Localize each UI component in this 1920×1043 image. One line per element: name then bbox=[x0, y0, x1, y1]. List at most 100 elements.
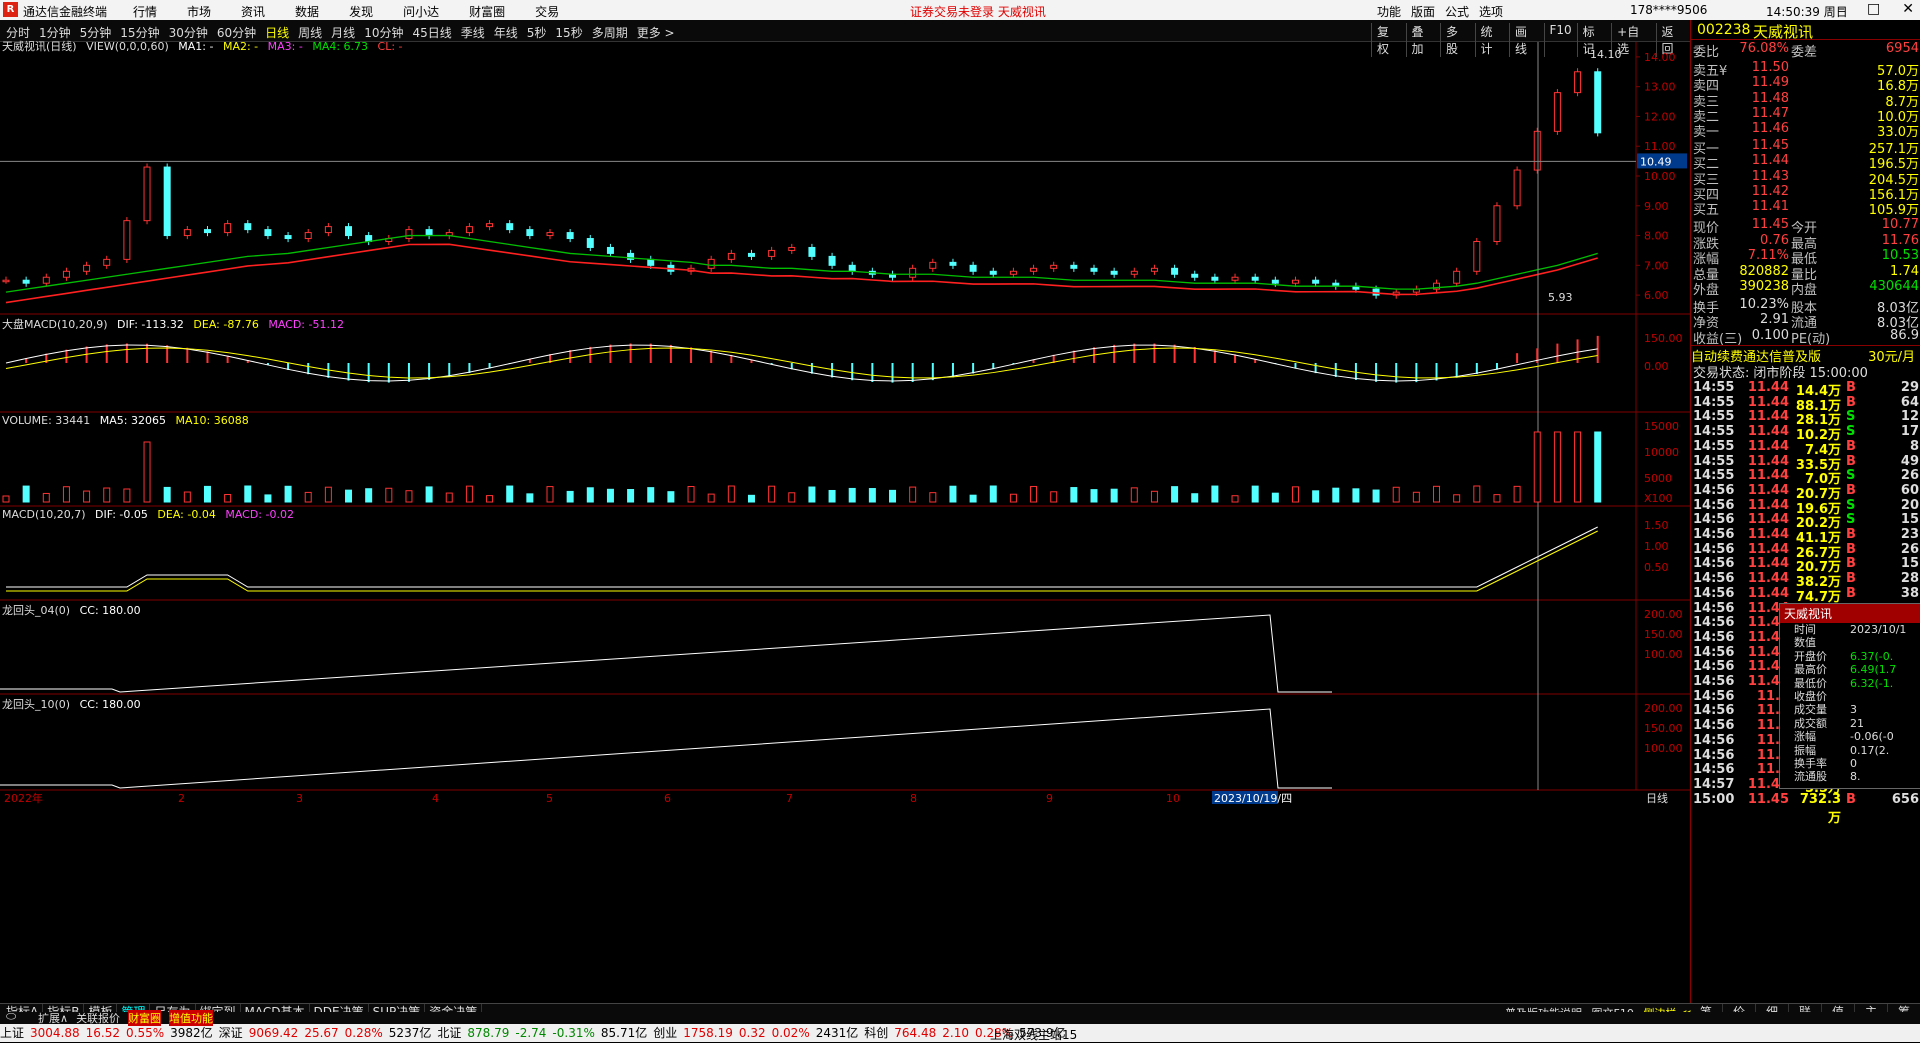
dea-label: DEA: -0.04 bbox=[157, 508, 216, 521]
high-label: 14.10 bbox=[1590, 48, 1622, 61]
tick-price: 11.44 bbox=[1747, 394, 1789, 410]
candle-body bbox=[42, 276, 50, 284]
menu-item[interactable]: 发现 bbox=[349, 3, 373, 20]
period-tab[interactable]: 5秒 bbox=[527, 24, 547, 41]
menu-item[interactable]: 资讯 bbox=[241, 3, 265, 20]
y-tick-label: 150.00 bbox=[1644, 722, 1683, 735]
candle-body bbox=[62, 270, 70, 278]
index-v: 3004.88 bbox=[30, 1026, 80, 1040]
candle-body bbox=[1130, 270, 1138, 275]
candle-body bbox=[1050, 264, 1058, 269]
index-a: 85.71亿 bbox=[600, 1026, 648, 1040]
candle-body bbox=[1090, 267, 1098, 272]
minimize-icon[interactable]: – bbox=[1838, 1, 1845, 17]
period-tab[interactable]: 更多 > bbox=[637, 24, 675, 41]
period-tab[interactable]: 15秒 bbox=[555, 24, 582, 41]
volume-bar bbox=[345, 489, 353, 503]
tooltip-value: 3 bbox=[1850, 703, 1857, 717]
tooltip-row: 最低价 6.32(-1. bbox=[1780, 677, 1920, 690]
promo-banner[interactable]: 自动续费通达信普及版 30元/月 bbox=[1691, 345, 1920, 365]
macd-label: MACD: -0.02 bbox=[225, 508, 294, 521]
extension-tab[interactable]: 关联报价 bbox=[76, 1010, 120, 1026]
menu-item[interactable]: 数据 bbox=[295, 3, 319, 20]
tick-count: 29 bbox=[1900, 380, 1919, 395]
toggle-icon[interactable]: ⬭ bbox=[6, 1009, 16, 1024]
tooltip-value: 21 bbox=[1850, 716, 1864, 730]
bid-volume: 105.9万 bbox=[1868, 203, 1919, 219]
volume-bar bbox=[627, 489, 635, 503]
tick-count: 60 bbox=[1900, 482, 1919, 498]
volume-bar bbox=[405, 490, 413, 503]
candle-body bbox=[1312, 279, 1320, 284]
tooltip-row: 成交额 21 bbox=[1780, 717, 1920, 730]
tick-time: 15:00 bbox=[1693, 791, 1735, 807]
extension-tab[interactable]: 财富圈 bbox=[128, 1010, 162, 1026]
right-menu: 功能 版面 公式 选项 bbox=[1377, 3, 1503, 20]
y-tick-label: 15000 bbox=[1644, 420, 1679, 433]
menu-item[interactable]: 选项 bbox=[1479, 3, 1503, 20]
volume-bar bbox=[606, 488, 614, 503]
chart-canvas[interactable]: 14.00 13.00 12.00 11.00 10.00 9.00 8.00 7.00 6.0… bbox=[0, 42, 1690, 1003]
menu-item[interactable]: 问小达 bbox=[403, 3, 439, 20]
tick-volume: 732.3万 bbox=[1799, 791, 1841, 826]
user-account[interactable]: 178****9506 bbox=[1630, 3, 1707, 17]
stock-name: 天威视讯 bbox=[1753, 23, 1814, 41]
dea-line bbox=[6, 530, 1598, 592]
tick-time: 14:56 bbox=[1693, 571, 1735, 587]
tick-count: 15 bbox=[1900, 556, 1919, 572]
tick-count: 17 bbox=[1900, 424, 1919, 440]
menu-item[interactable]: 版面 bbox=[1411, 3, 1435, 20]
index-c: -2.74 bbox=[515, 1026, 547, 1040]
candle-body bbox=[183, 229, 191, 237]
candle-body bbox=[486, 223, 494, 228]
dea-label: DEA: -87.76 bbox=[193, 318, 259, 331]
tick-dir: B bbox=[1846, 527, 1856, 542]
period-tab[interactable]: 45日线 bbox=[412, 24, 451, 41]
volume-bar bbox=[1312, 490, 1320, 503]
tick-time: 14:56 bbox=[1693, 600, 1735, 616]
extension-tab[interactable]: 扩展∧ bbox=[38, 1010, 68, 1026]
macd-market-legend: 大盘MACD(10,20,9) DIF: -113.32 DEA: -87.76… bbox=[2, 316, 350, 332]
maximize-icon[interactable]: □ bbox=[1867, 1, 1880, 17]
volume-bar bbox=[425, 486, 433, 503]
quote-row: 买五 11.41 105.9万 bbox=[1691, 199, 1920, 219]
chart-area[interactable]: 14.00 13.00 12.00 11.00 10.00 9.00 8.00 7.00 6.0… bbox=[0, 40, 1690, 1003]
candle-body bbox=[1211, 276, 1219, 281]
close-icon[interactable]: ✕ bbox=[1902, 1, 1914, 17]
x-axis-label: 8 bbox=[910, 792, 917, 805]
menu-item[interactable]: 财富圈 bbox=[469, 3, 505, 20]
menu-item[interactable]: 市场 bbox=[187, 3, 211, 20]
menu-item[interactable]: 公式 bbox=[1445, 3, 1469, 20]
bid-price: 11.41 bbox=[1751, 199, 1789, 215]
menu-item[interactable]: 行情 bbox=[133, 3, 157, 20]
period-tab[interactable]: 年线 bbox=[494, 24, 518, 41]
menu-item[interactable]: 功能 bbox=[1377, 3, 1401, 20]
candle-body bbox=[506, 223, 514, 231]
tick-time: 14:56 bbox=[1693, 615, 1735, 631]
tick-dir: S bbox=[1846, 468, 1856, 484]
volume-bar bbox=[486, 495, 494, 503]
value: 6954 bbox=[1885, 41, 1919, 56]
index-a: 5237亿 bbox=[388, 1026, 432, 1040]
y-tick-label: 9.00 bbox=[1644, 200, 1669, 213]
tick-time: 14:56 bbox=[1693, 674, 1735, 689]
candle-body bbox=[22, 279, 30, 284]
volume-bar bbox=[264, 494, 272, 503]
menu-item[interactable]: 交易 bbox=[535, 3, 559, 20]
tooltip-row: 振幅 0.17(2. bbox=[1780, 744, 1920, 757]
tooltip-key: 成交量 bbox=[1794, 703, 1827, 717]
index-p: 0.55% bbox=[126, 1026, 165, 1040]
period-tab[interactable]: 多周期 bbox=[592, 24, 628, 41]
bid-price: 11.43 bbox=[1751, 168, 1789, 184]
tick-price: 11.44 bbox=[1747, 453, 1789, 469]
tooltip-key: 开盘价 bbox=[1794, 649, 1827, 663]
login-notice[interactable]: 证券交易未登录 天威视讯 bbox=[910, 3, 1046, 20]
status-label: 交易状态: bbox=[1693, 366, 1750, 381]
tick-count: 12 bbox=[1900, 409, 1919, 425]
extension-tab[interactable]: 增值功能 bbox=[169, 1010, 214, 1026]
stock-code: 002238 bbox=[1697, 22, 1751, 38]
x-axis-label: 7 bbox=[786, 792, 793, 805]
period-tab[interactable]: 季线 bbox=[461, 24, 485, 41]
volume-bar bbox=[1211, 485, 1219, 503]
dif-label: DIF: -113.32 bbox=[117, 318, 184, 331]
